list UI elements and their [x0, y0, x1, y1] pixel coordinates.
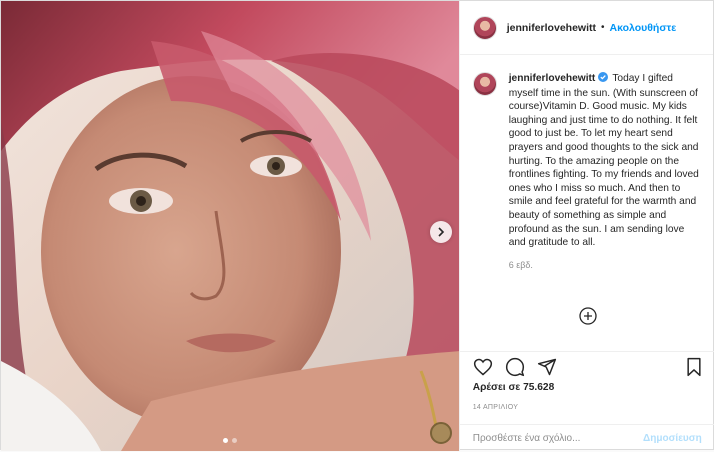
caption-age: 6 εβδ.	[508, 259, 533, 270]
caption: jenniferlovehewitt Today I gifted myself …	[472, 72, 702, 250]
comment-form: Δημοσίευση	[459, 424, 714, 452]
comment-button[interactable]	[504, 356, 526, 378]
likes-count[interactable]: Αρέσει σε 75.628	[473, 382, 555, 393]
next-photo-button[interactable]	[430, 221, 452, 243]
add-circle-icon	[579, 307, 597, 325]
action-icons	[472, 356, 705, 378]
selfie-image	[1, 1, 459, 451]
verified-badge-icon	[598, 72, 609, 87]
post-date[interactable]: 14 ΑΠΡΙΛΙΟΥ	[473, 404, 519, 411]
chevron-right-icon	[438, 227, 445, 237]
follow-button[interactable]: Ακολουθήστε	[610, 22, 677, 34]
heart-icon	[473, 358, 492, 376]
post-header: jenniferlovehewitt • Ακολουθήστε	[459, 1, 713, 55]
post-photo[interactable]	[1, 1, 459, 451]
post-dialog: jenniferlovehewitt • Ακολουθήστε jennife…	[0, 0, 714, 452]
caption-text-block: jenniferlovehewitt Today I gifted myself …	[509, 72, 702, 250]
carousel-dots	[223, 438, 237, 443]
post-actions: Αρέσει σε 75.628 14 ΑΠΡΙΛΙΟΥ Δημοσίευση	[459, 351, 714, 452]
like-button[interactable]	[472, 356, 494, 378]
comments-section: jenniferlovehewitt Today I gifted myself …	[460, 55, 714, 351]
caption-avatar[interactable]	[472, 72, 497, 96]
carousel-dot	[223, 438, 228, 443]
comment-icon	[505, 357, 524, 377]
post-sidebar: jenniferlovehewitt • Ακολουθήστε jennife…	[458, 1, 714, 452]
carousel-dot	[232, 438, 237, 443]
header-username[interactable]: jenniferlovehewitt	[507, 22, 596, 34]
avatar[interactable]	[472, 15, 497, 40]
caption-username[interactable]: jenniferlovehewitt	[509, 73, 596, 84]
separator: •	[600, 22, 605, 33]
share-button[interactable]	[536, 356, 558, 378]
save-button[interactable]	[683, 356, 705, 378]
comment-input[interactable]	[472, 433, 644, 444]
post-comment-button[interactable]: Δημοσίευση	[643, 433, 702, 444]
caption-body: Today I gifted myself time in the sun. (…	[508, 73, 699, 249]
bookmark-icon	[687, 357, 701, 377]
share-icon	[537, 358, 556, 376]
load-more-comments-button[interactable]	[579, 307, 597, 325]
